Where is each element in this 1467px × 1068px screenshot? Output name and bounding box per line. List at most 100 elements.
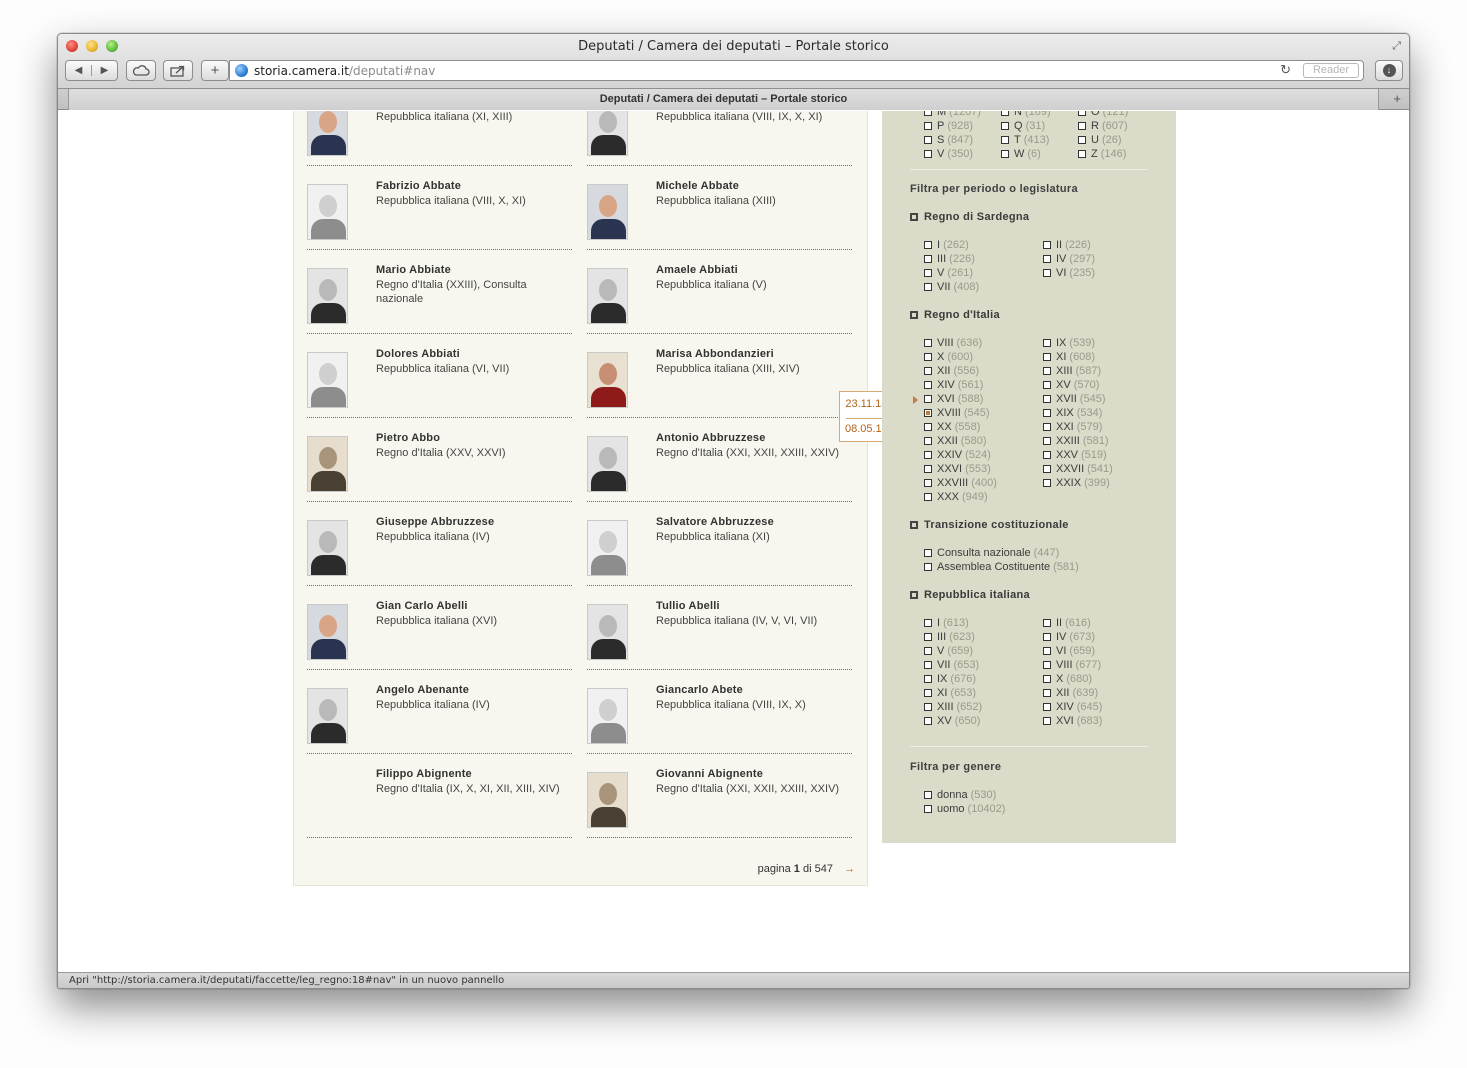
filter-option-label[interactable]: P [937,120,944,132]
filter-option-label[interactable]: III [937,631,946,643]
filter-option-label[interactable]: S [937,134,944,146]
filter-option-label[interactable]: XXIX [1056,477,1081,489]
checkbox[interactable] [1001,111,1009,116]
checkbox[interactable] [924,647,932,655]
checkbox[interactable] [1043,437,1051,445]
group-checkbox[interactable] [910,591,918,599]
filter-group-title[interactable]: Regno d'Italia [924,309,1000,321]
filter-option[interactable]: VI (659) [1043,645,1095,657]
filter-option-label[interactable]: XIV [1056,701,1074,713]
filter-option-label[interactable]: II [1056,239,1062,251]
deputy-photo[interactable] [307,268,348,324]
filter-option-label[interactable]: VI [1056,645,1066,657]
filter-option-label[interactable]: II [1056,617,1062,629]
checkbox[interactable] [1001,136,1009,144]
filter-option[interactable]: XIII (652) [924,701,982,713]
deputy-card[interactable]: Michele Abbate Repubblica italiana (XIII) [587,166,852,250]
checkbox[interactable] [1043,255,1051,263]
filter-option[interactable]: VIII (677) [1043,659,1101,671]
filter-option[interactable]: IX (539) [1043,337,1095,349]
filter-option-label[interactable]: Z [1091,148,1098,160]
filter-option[interactable]: XII (639) [1043,687,1098,699]
filter-option-label[interactable]: XXX [937,491,959,503]
filter-option[interactable]: IX (676) [924,673,976,685]
checkbox[interactable] [1043,339,1051,347]
filter-option[interactable]: Consulta nazionale (447) [924,547,1059,559]
checkbox[interactable] [1043,619,1051,627]
checkbox[interactable] [924,111,932,116]
filter-option-label[interactable]: XVI [1056,715,1074,727]
filter-option-label[interactable]: XIII [1056,365,1073,377]
checkbox[interactable] [1043,381,1051,389]
filter-option[interactable]: VI (235) [1043,267,1095,279]
filter-option[interactable]: XVI (683) [1043,715,1102,727]
filter-option-label[interactable]: XV [1056,379,1071,391]
filter-option-label[interactable]: Consulta nazionale [937,547,1031,559]
checkbox[interactable] [1043,423,1051,431]
filter-option[interactable]: XIX (534) [1043,407,1102,419]
filter-option[interactable]: V (261) [924,267,973,279]
deputy-card[interactable]: Antonio Abbruzzese Regno d'Italia (XXI, X… [587,418,852,502]
deputy-photo[interactable] [587,436,628,492]
filter-option-label[interactable]: XXIV [937,449,962,461]
filter-option-label[interactable]: III [937,253,946,265]
filter-option[interactable]: XVII (545) [1043,393,1105,405]
checkbox[interactable] [1043,703,1051,711]
filter-option[interactable]: XXVII (541) [1043,463,1113,475]
filter-option-label[interactable]: V [937,645,944,657]
deputy-card[interactable]: Angelo Abenante Repubblica italiana (IV) [307,670,572,754]
deputy-name[interactable]: Angelo Abenante [376,684,469,696]
deputy-card[interactable]: Giancarlo Abete Repubblica italiana (VIII… [587,670,852,754]
filter-option-label[interactable]: XXVII [1056,463,1084,475]
checkbox[interactable] [924,493,932,501]
checkbox[interactable] [924,381,932,389]
checkbox[interactable] [1078,150,1086,158]
checkbox[interactable] [924,661,932,669]
checkbox[interactable] [924,423,932,431]
filter-group-header[interactable]: Repubblica italiana [910,589,1030,601]
filter-option-label[interactable]: XXII [937,435,958,447]
filter-option[interactable]: I (262) [924,239,969,251]
filter-option[interactable]: XII (556) [924,365,979,377]
filter-option-label[interactable]: uomo [937,803,965,815]
filter-group-title[interactable]: Transizione costituzionale [924,519,1069,531]
checkbox[interactable] [924,633,932,641]
deputy-card[interactable]: Fabrizio Abbate Repubblica italiana (VIII… [307,166,572,250]
filter-option[interactable]: P (928) [924,120,973,132]
next-page-icon[interactable]: → [844,863,855,875]
filter-option[interactable]: III (226) [924,253,975,265]
filter-option[interactable]: X (600) [924,351,973,363]
filter-option[interactable]: II (226) [1043,239,1091,251]
filter-option-label[interactable]: XVIII [937,407,961,419]
filter-option[interactable]: uomo (10402) [924,803,1005,815]
deputy-card[interactable]: Tullio Abelli Repubblica italiana (IV, V,… [587,586,852,670]
deputy-photo[interactable] [587,111,628,156]
filter-option-label[interactable]: I [937,617,940,629]
filter-option-label[interactable]: XI [1056,351,1066,363]
filter-option[interactable]: XXVI (553) [924,463,991,475]
forward-button[interactable]: ▶ [91,65,117,76]
filter-option[interactable]: VII (408) [924,281,979,293]
checkbox[interactable] [1043,353,1051,361]
filter-option-label[interactable]: XVII [1056,393,1077,405]
deputy-name[interactable]: Pietro Abbo [376,432,440,444]
filter-option-label[interactable]: XIII [937,701,954,713]
filter-option-label[interactable]: W [1014,148,1024,160]
filter-option[interactable]: XXII (580) [924,435,986,447]
checkbox[interactable] [924,339,932,347]
deputy-name[interactable]: Michele Abbate [656,180,739,192]
deputy-card[interactable]: Giuseppe Abbruzzese Repubblica italiana (… [307,502,572,586]
checkbox[interactable] [924,675,932,683]
filter-option[interactable]: XVI (588) [924,393,983,405]
checkbox[interactable] [1043,451,1051,459]
checkbox[interactable] [924,409,932,417]
deputy-name[interactable]: Giancarlo Abete [656,684,743,696]
filter-option-label[interactable]: VI [1056,267,1066,279]
filter-option-label[interactable]: IV [1056,631,1066,643]
deputy-photo[interactable] [587,352,628,408]
deputy-photo[interactable] [587,520,628,576]
filter-option[interactable]: O (121) [1078,111,1128,118]
filter-option[interactable]: S (847) [924,134,973,146]
address-bar[interactable]: storia.camera.it/deputati#nav ↻ Reader [229,60,1364,81]
filter-option-label[interactable]: XI [937,687,947,699]
